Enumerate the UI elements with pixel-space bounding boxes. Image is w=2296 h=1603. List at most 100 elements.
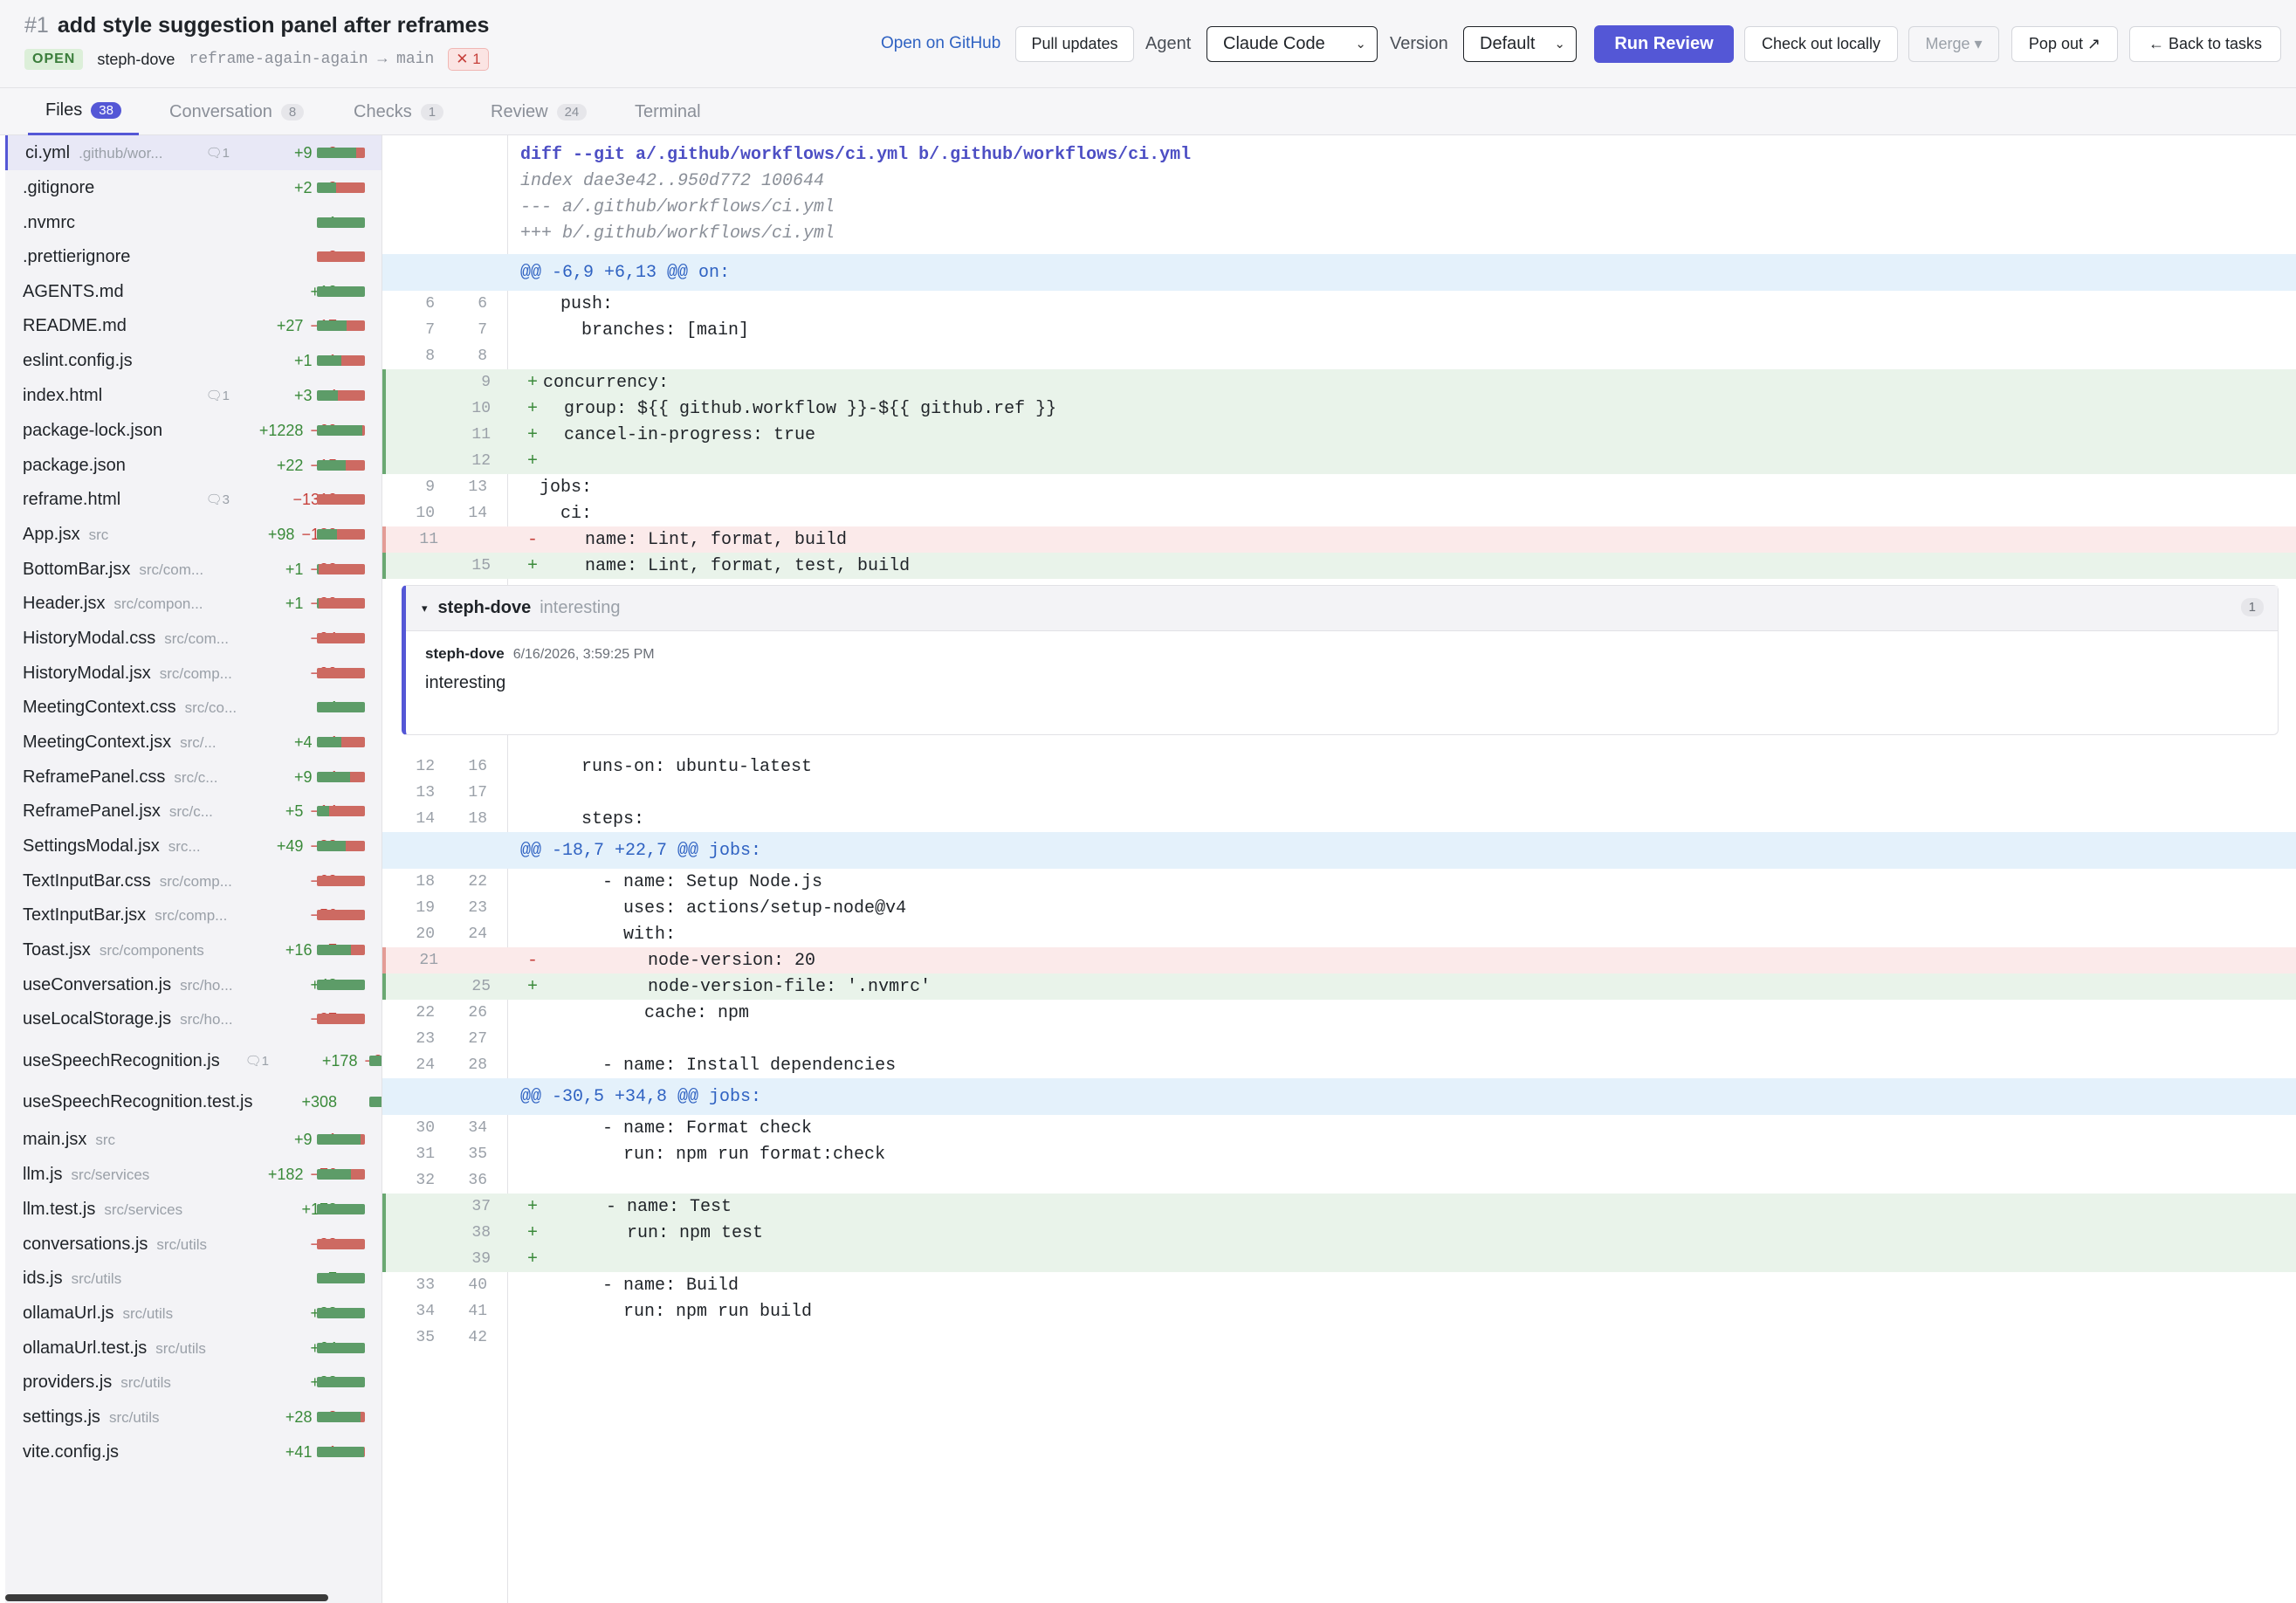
collapse-triangle-icon[interactable]: ▾	[422, 602, 428, 616]
diff-line[interactable]: 13 17	[382, 780, 2296, 806]
diff-line[interactable]: 14 18 steps:	[382, 806, 2296, 832]
diff-line[interactable]: 37 + - name: Test	[382, 1194, 2296, 1220]
new-line-number: 8	[478, 347, 487, 365]
tab-terminal[interactable]: Terminal	[635, 88, 701, 135]
merge-button[interactable]: Merge ▾	[1908, 26, 1999, 62]
diff-line[interactable]: 15 + name: Lint, format, test, build	[382, 553, 2296, 579]
tab-conversation[interactable]: Conversation 8	[169, 88, 305, 135]
diff-line[interactable]: 11 + cancel-in-progress: true	[382, 422, 2296, 448]
code-text: push:	[540, 293, 614, 314]
hunk-header[interactable]: @@ -18,7 +22,7 @@ jobs:	[382, 832, 2296, 869]
file-list-item[interactable]: ReframePanel.csssrc/c...+9−4	[5, 760, 382, 795]
file-list-item[interactable]: ci.yml.github/wor...🗨1+9−2	[5, 135, 382, 170]
diff-line[interactable]: 12 16 runs-on: ubuntu-latest	[382, 753, 2296, 780]
check-out-locally-button[interactable]: Check out locally	[1744, 26, 1898, 62]
file-list-item[interactable]: MeetingContext.jsxsrc/...+4−4	[5, 725, 382, 760]
diff-line[interactable]: 31 35 run: npm run format:check	[382, 1141, 2296, 1167]
diff-line[interactable]: 32 36	[382, 1167, 2296, 1194]
diff-line[interactable]: 34 41 run: npm run build	[382, 1298, 2296, 1324]
diff-line[interactable]: 25 + node-version-file: '.nvmrc'	[382, 973, 2296, 1000]
sidebar-scrollbar[interactable]	[5, 1594, 328, 1601]
file-name: ids.js src/utils	[23, 1269, 121, 1289]
file-list-item[interactable]: reframe.html 🗨3 −1310	[5, 482, 382, 517]
run-review-button[interactable]: Run Review	[1594, 25, 1734, 63]
diff-line[interactable]: 24 28 - name: Install dependencies	[382, 1052, 2296, 1078]
file-comment-count: 1	[261, 1054, 269, 1069]
diff-line[interactable]: 20 24 with:	[382, 921, 2296, 947]
file-list-item[interactable]: SettingsModal.jsxsrc...+49−32	[5, 829, 382, 863]
diff-line[interactable]: 9 13 jobs:	[382, 474, 2296, 500]
pop-out-button[interactable]: Pop out ↗	[2011, 26, 2118, 62]
back-to-tasks-button[interactable]: ← Back to tasks	[2129, 26, 2281, 62]
file-list-item[interactable]: useConversation.jssrc/ho...+48	[5, 967, 382, 1002]
file-list-item[interactable]: ollamaUrl.jssrc/utils+23	[5, 1296, 382, 1331]
diff-line[interactable]: 88	[382, 343, 2296, 369]
hunk-header[interactable]: @@ -6,9 +6,13 @@ on:	[382, 254, 2296, 291]
file-list-item[interactable]: TextInputBar.jsxsrc/comp...−56	[5, 898, 382, 932]
diff-line[interactable]: 11 - name: Lint, format, build	[382, 526, 2296, 553]
file-list-item[interactable]: HistoryModal.csssrc/com...−94	[5, 621, 382, 656]
open-on-github-link[interactable]: Open on GitHub	[881, 34, 1000, 53]
comment-thread-header[interactable]: ▾ steph-dove interesting 1	[406, 586, 2278, 631]
file-list-item[interactable]: useLocalStorage.jssrc/ho...−27	[5, 1001, 382, 1036]
file-list-item[interactable]: providers.jssrc/utils+22	[5, 1365, 382, 1400]
diff-line[interactable]: 18 22 - name: Setup Node.js	[382, 869, 2296, 895]
file-list-item[interactable]: useSpeechRecognition.test.js +308	[5, 1084, 382, 1119]
file-list-item[interactable]: ollamaUrl.test.jssrc/utils+64	[5, 1331, 382, 1366]
file-list-item[interactable]: TextInputBar.csssrc/comp...−60	[5, 863, 382, 898]
file-list-item[interactable]: package-lock.json+1228−69	[5, 413, 382, 448]
failed-checks-badge[interactable]: ✕ 1	[448, 48, 489, 71]
diff-line[interactable]: 35 42	[382, 1324, 2296, 1351]
file-name-text: .nvmrc	[23, 212, 75, 232]
file-list-item[interactable]: ids.jssrc/utils+7	[5, 1261, 382, 1296]
diff-line[interactable]: 39 +	[382, 1246, 2296, 1272]
diff-line[interactable]: 38 + run: npm test	[382, 1220, 2296, 1246]
diff-line[interactable]: 6 6 push:	[382, 291, 2296, 317]
diff-line[interactable]: 21 - node-version: 20	[382, 947, 2296, 973]
file-list-item[interactable]: vite.config.js+41−1	[5, 1434, 382, 1469]
file-list-item[interactable]: Header.jsxsrc/compon...+1−29	[5, 586, 382, 621]
version-select[interactable]: Default ⌄	[1463, 26, 1577, 62]
file-name-text: ReframePanel.css	[23, 767, 166, 787]
file-list-item[interactable]: llm.jssrc/services+182−76	[5, 1157, 382, 1192]
file-list-item[interactable]: BottomBar.jsxsrc/com...+1−33	[5, 552, 382, 587]
file-list-item[interactable]: AGENTS.md+10	[5, 274, 382, 309]
hunk-header[interactable]: @@ -30,5 +34,8 @@ jobs:	[382, 1078, 2296, 1115]
diff-line[interactable]: 22 26 cache: npm	[382, 1000, 2296, 1026]
file-list-item[interactable]: Toast.jsxsrc/components+16−7	[5, 932, 382, 967]
file-list-item[interactable]: package.json+22−15	[5, 448, 382, 483]
file-name-text: package-lock.json	[23, 420, 163, 440]
file-list-item[interactable]: HistoryModal.jsxsrc/comp...−99	[5, 656, 382, 691]
file-list-item[interactable]: llm.test.jssrc/services+178	[5, 1192, 382, 1227]
file-list-item[interactable]: .prettierignore−3	[5, 239, 382, 274]
tab-review[interactable]: Review 24	[491, 88, 588, 135]
file-list-item[interactable]: eslint.config.js+1−1	[5, 343, 382, 378]
file-list-item[interactable]: .gitignore+2−3	[5, 170, 382, 205]
file-list-item[interactable]: .nvmrc+1	[5, 205, 382, 240]
additions-bar	[317, 425, 363, 436]
diff-line[interactable]: 7 7 branches: [main]	[382, 317, 2296, 343]
tab-checks[interactable]: Checks 1	[354, 88, 444, 135]
file-list-item[interactable]: App.jsxsrc+98−139	[5, 517, 382, 552]
file-list-item[interactable]: MeetingContext.csssrc/co...+4	[5, 690, 382, 725]
file-list-item[interactable]: ReframePanel.jsxsrc/c...+5−14	[5, 794, 382, 829]
diff-line[interactable]: 9 + concurrency:	[382, 369, 2296, 396]
diff-line[interactable]: 33 40 - name: Build	[382, 1272, 2296, 1298]
diff-line[interactable]: 10 + group: ${{ github.workflow }}-${{ gi…	[382, 396, 2296, 422]
file-list-item[interactable]: index.html🗨1+3−4	[5, 378, 382, 413]
pull-updates-button[interactable]: Pull updates	[1015, 26, 1134, 62]
diff-line[interactable]: 19 23 uses: actions/setup-node@v4	[382, 895, 2296, 921]
diff-line[interactable]: 30 34 - name: Format check	[382, 1115, 2296, 1141]
file-list-item[interactable]: conversations.jssrc/utils−88	[5, 1227, 382, 1262]
diff-line[interactable]: 12 +	[382, 448, 2296, 474]
file-list-item[interactable]: README.md+27−17	[5, 308, 382, 343]
file-list-item[interactable]: useSpeechRecognition.js🗨1+178−34	[5, 1040, 382, 1082]
file-list-item[interactable]: settings.jssrc/utils+28−3	[5, 1400, 382, 1434]
diff-line[interactable]: 10 14 ci:	[382, 500, 2296, 526]
tab-files[interactable]: Files 38	[28, 88, 139, 135]
agent-select[interactable]: Claude Code ⌄	[1206, 26, 1378, 62]
comment-thread[interactable]: ▾ steph-dove interesting 1 steph-dove 6/1…	[402, 585, 2279, 735]
pr-author[interactable]: steph-dove	[97, 51, 175, 69]
diff-line[interactable]: 23 27	[382, 1026, 2296, 1052]
file-list-item[interactable]: main.jsxsrc+9−1	[5, 1122, 382, 1157]
